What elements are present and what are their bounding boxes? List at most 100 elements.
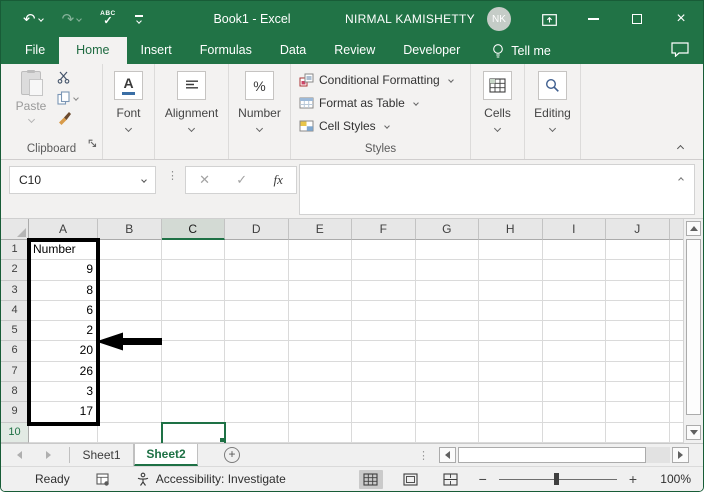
cell-G8[interactable]	[415, 382, 479, 403]
zoom-in-button[interactable]: +	[629, 471, 637, 487]
zoom-level[interactable]: 100%	[645, 472, 691, 486]
cell-H7[interactable]	[479, 361, 543, 383]
cell-E8[interactable]	[288, 382, 352, 403]
close-button[interactable]: ×	[659, 1, 703, 37]
cell-J1[interactable]	[606, 240, 670, 261]
cell-I7[interactable]	[542, 361, 606, 383]
horizontal-scrollbar[interactable]	[439, 447, 689, 463]
cell-H8[interactable]	[479, 382, 543, 403]
cell-E6[interactable]	[288, 341, 352, 362]
cell-C9[interactable]	[161, 402, 225, 423]
cell-J5[interactable]	[606, 321, 670, 342]
undo-button[interactable]: ↶	[23, 12, 44, 27]
cell-I2[interactable]	[542, 260, 606, 281]
cancel-button[interactable]: ✕	[199, 172, 210, 188]
scroll-left-button[interactable]	[439, 447, 456, 463]
cell-I3[interactable]	[542, 280, 606, 301]
alignment-group-button[interactable]: Alignment	[155, 64, 229, 159]
cell-J2[interactable]	[606, 260, 670, 281]
column-header-D[interactable]: D	[225, 219, 289, 240]
clipboard-dialog-launcher[interactable]	[88, 135, 97, 153]
column-header-I[interactable]: I	[542, 219, 606, 240]
cell-J8[interactable]	[606, 382, 670, 403]
name-box[interactable]: C10	[9, 166, 156, 194]
cell-B1[interactable]	[98, 240, 162, 261]
cell-B3[interactable]	[98, 280, 162, 301]
cell-B8[interactable]	[98, 382, 162, 403]
number-group-button[interactable]: % Number	[229, 64, 291, 159]
cell-G7[interactable]	[415, 361, 479, 383]
column-header-E[interactable]: E	[288, 219, 352, 240]
maximize-button[interactable]	[615, 1, 659, 37]
comments-button[interactable]	[671, 42, 689, 62]
tab-scroll-grip[interactable]: ⋮	[418, 449, 429, 462]
font-group-button[interactable]: A Font	[103, 64, 155, 159]
cell-E10[interactable]	[288, 422, 352, 443]
copy-button[interactable]	[57, 90, 79, 105]
zoom-slider[interactable]	[498, 472, 617, 486]
cell-E7[interactable]	[288, 361, 352, 383]
cell-G1[interactable]	[415, 240, 479, 261]
accessibility-status[interactable]: Accessibility: Investigate	[136, 472, 286, 486]
cell-G5[interactable]	[415, 321, 479, 342]
tell-me-button[interactable]: Tell me	[492, 37, 551, 64]
cell-D10[interactable]	[225, 422, 289, 443]
cell-styles-button[interactable]: Cell Styles	[299, 118, 470, 134]
sheet-tab-sheet2[interactable]: Sheet2	[134, 444, 198, 466]
vertical-scroll-thumb[interactable]	[686, 239, 701, 415]
row-header-1[interactable]: 1	[1, 240, 29, 261]
row-header-7[interactable]: 7	[1, 361, 29, 383]
cell-J3[interactable]	[606, 280, 670, 301]
cell-J7[interactable]	[606, 361, 670, 383]
cell-J4[interactable]	[606, 300, 670, 322]
tab-formulas[interactable]: Formulas	[186, 37, 266, 64]
cell-F3[interactable]	[352, 280, 416, 301]
cell-I10[interactable]	[542, 422, 606, 443]
cell-F8[interactable]	[352, 382, 416, 403]
insert-function-button[interactable]: fx	[273, 172, 282, 188]
zoom-out-button[interactable]: −	[479, 471, 487, 487]
cells-group-button[interactable]: Cells	[471, 64, 525, 159]
tab-data[interactable]: Data	[266, 37, 320, 64]
formula-bar-grip[interactable]: ⋮	[167, 171, 178, 182]
format-as-table-button[interactable]: Format as Table	[299, 95, 470, 111]
cell-C4[interactable]	[161, 300, 225, 322]
paste-button[interactable]: Paste	[11, 70, 51, 124]
cell-D3[interactable]	[225, 280, 289, 301]
cell-C7[interactable]	[161, 361, 225, 383]
format-painter-button[interactable]	[57, 110, 78, 125]
cell-B7[interactable]	[98, 361, 162, 383]
tab-file[interactable]: File	[11, 37, 59, 64]
cell-I8[interactable]	[542, 382, 606, 403]
enter-button[interactable]: ✓	[236, 172, 247, 188]
column-header-B[interactable]: B	[98, 219, 162, 240]
cell-D9[interactable]	[225, 402, 289, 423]
cell-F6[interactable]	[352, 341, 416, 362]
cell-D2[interactable]	[225, 260, 289, 281]
cell-F4[interactable]	[352, 300, 416, 322]
collapse-ribbon-button[interactable]	[676, 144, 685, 153]
previous-sheet-button[interactable]	[17, 451, 22, 459]
expand-formula-bar-icon[interactable]	[678, 177, 684, 183]
macro-record-button[interactable]	[96, 472, 110, 486]
row-header-5[interactable]: 5	[1, 321, 29, 342]
cell-G6[interactable]	[415, 341, 479, 362]
column-header-J[interactable]: J	[606, 219, 670, 240]
cell-D5[interactable]	[225, 321, 289, 342]
horizontal-scroll-thumb[interactable]	[458, 447, 646, 463]
tab-review[interactable]: Review	[320, 37, 389, 64]
cell-H6[interactable]	[479, 341, 543, 362]
editing-group-button[interactable]: Editing	[525, 64, 581, 159]
normal-view-button[interactable]	[358, 469, 383, 489]
cell-H9[interactable]	[479, 402, 543, 423]
row-header-8[interactable]: 8	[1, 382, 29, 403]
cell-I5[interactable]	[542, 321, 606, 342]
cell-J6[interactable]	[606, 341, 670, 362]
cell-C1[interactable]	[161, 240, 225, 261]
cell-C5[interactable]	[161, 321, 225, 342]
column-header-A[interactable]: A	[29, 219, 98, 240]
scroll-down-button[interactable]	[686, 425, 701, 440]
redo-button[interactable]: ↷	[62, 12, 82, 27]
cell-D6[interactable]	[225, 341, 289, 362]
cell-G4[interactable]	[415, 300, 479, 322]
